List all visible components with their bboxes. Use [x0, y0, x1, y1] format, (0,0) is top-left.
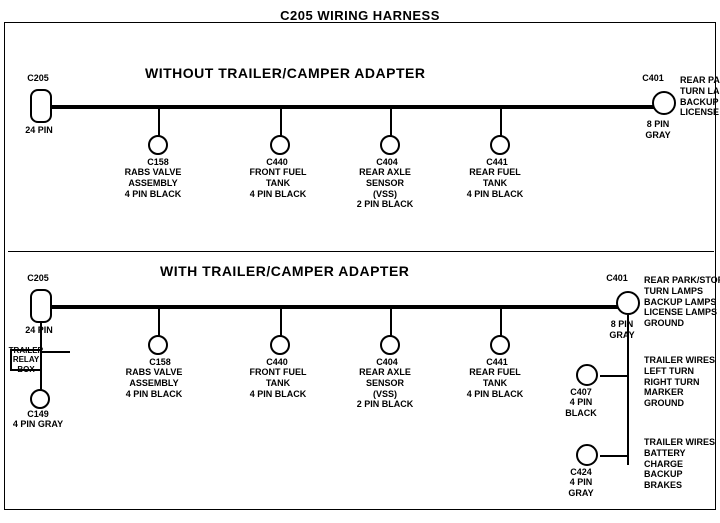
top-c401-desc: REAR PARK/STOPTURN LAMPSBACKUP LAMPSLICE… [680, 75, 720, 118]
c407-circle [576, 364, 598, 386]
top-c205-id: C205 [18, 73, 58, 84]
top-c440-vline [280, 107, 282, 137]
top-c401-circle [652, 91, 676, 115]
bottom-c205-label: 24 PIN [14, 325, 64, 336]
c407-hline [600, 375, 628, 377]
bottom-c401-desc: REAR PARK/STOPTURN LAMPSBACKUP LAMPSLICE… [644, 275, 720, 329]
top-c401-id: C401 [638, 73, 668, 84]
bottom-c440-circle [270, 335, 290, 355]
bottom-c441-desc: REAR FUELTANK4 PIN BLACK [460, 367, 530, 399]
top-section-title: WITHOUT TRAILER/CAMPER ADAPTER [145, 65, 425, 81]
bottom-c441-vline [500, 307, 502, 337]
diagram-container: WITHOUT TRAILER/CAMPER ADAPTER C205 24 P… [0, 23, 720, 523]
bottom-c158-desc: RABS VALVEASSEMBLY4 PIN BLACK [118, 367, 190, 399]
top-c158-circle [148, 135, 168, 155]
top-c205-label: 24 PIN [14, 125, 64, 136]
top-c158-desc: RABS VALVEASSEMBLY4 PIN BLACK [118, 167, 188, 199]
top-c441-desc: REAR FUELTANK4 PIN BLACK [460, 167, 530, 199]
bottom-c404-desc: REAR AXLESENSOR(VSS)2 PIN BLACK [350, 367, 420, 410]
c424-hline [600, 455, 628, 457]
top-c441-vline [500, 107, 502, 137]
bottom-c401-label: 8 PINGRAY [602, 319, 642, 341]
bottom-c401-circle [616, 291, 640, 315]
bottom-c401-id: C401 [602, 273, 632, 284]
top-main-line [50, 105, 670, 109]
bottom-c440-desc: FRONT FUELTANK4 PIN BLACK [244, 367, 312, 399]
c424-circle [576, 444, 598, 466]
trailer-relay-box: TRAILERRELAYBOX [10, 349, 42, 371]
c424-label: 4 PINGRAY [556, 477, 606, 499]
bottom-c158-circle [148, 335, 168, 355]
top-c404-desc: REAR AXLESENSOR(VSS)2 PIN BLACK [350, 167, 420, 210]
right-branch-vline [627, 315, 629, 465]
top-c440-circle [270, 135, 290, 155]
c407-desc: TRAILER WIRESLEFT TURNRIGHT TURNMARKERGR… [644, 355, 720, 409]
top-c440-desc: FRONT FUELTANK4 PIN BLACK [244, 167, 312, 199]
bottom-c404-circle [380, 335, 400, 355]
top-c404-vline [390, 107, 392, 137]
top-c401-label: 8 PINGRAY [638, 119, 678, 141]
trailer-relay-hline [40, 351, 70, 353]
bottom-section-title: WITH TRAILER/CAMPER ADAPTER [160, 263, 409, 279]
top-c441-circle [490, 135, 510, 155]
bottom-c441-circle [490, 335, 510, 355]
top-c404-circle [380, 135, 400, 155]
bottom-main-line [50, 305, 620, 309]
top-c205-rect [30, 89, 52, 123]
c407-label: 4 PINBLACK [556, 397, 606, 419]
c149-label: 4 PIN GRAY [8, 419, 68, 430]
c424-desc: TRAILER WIRESBATTERY CHARGEBACKUPBRAKES [644, 437, 720, 491]
bottom-c404-vline [390, 307, 392, 337]
divider-line [8, 251, 714, 252]
bottom-c205-id: C205 [18, 273, 58, 284]
bottom-c205-rect [30, 289, 52, 323]
c149-vline [40, 371, 42, 391]
page-title: C205 WIRING HARNESS [0, 0, 720, 23]
top-c158-vline [158, 107, 160, 137]
bottom-c158-vline [158, 307, 160, 337]
bottom-c440-vline [280, 307, 282, 337]
c149-circle [30, 389, 50, 409]
